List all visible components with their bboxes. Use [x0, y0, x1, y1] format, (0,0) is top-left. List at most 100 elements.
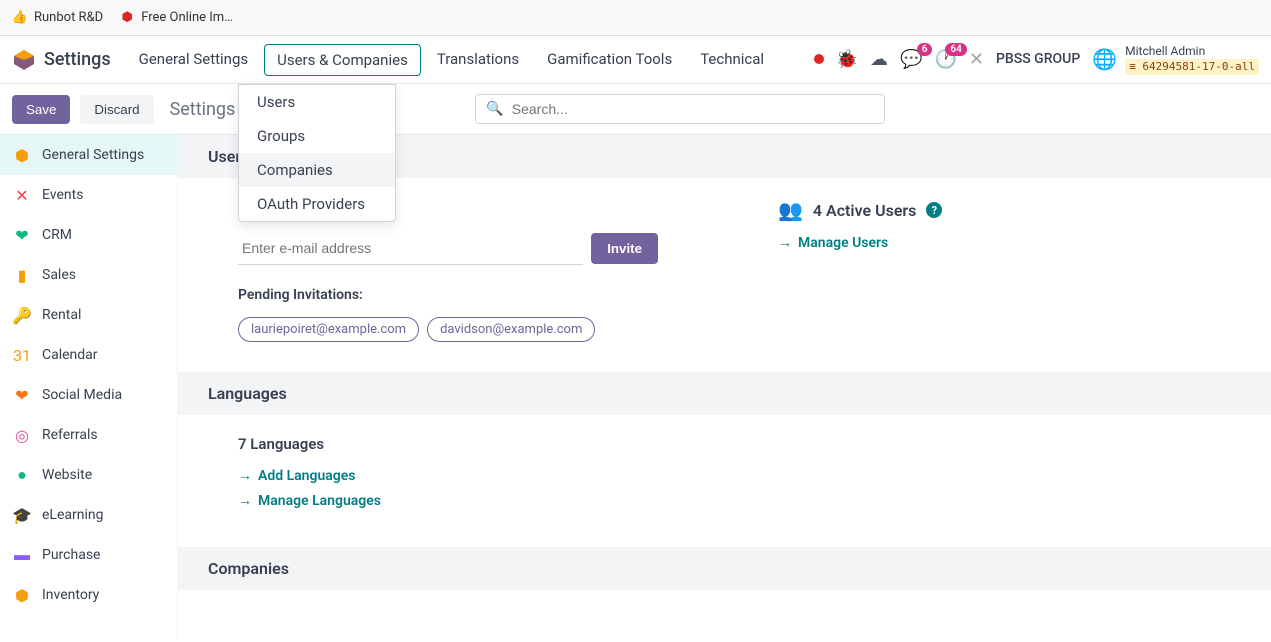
sidebar-item-elearning[interactable]: 🎓 eLearning	[0, 495, 177, 535]
user-menu[interactable]: 🌐 Mitchell Admin ≡ 64294581-17-0-all	[1092, 44, 1259, 76]
active-users-count: 4 Active Users	[813, 201, 917, 220]
dropdown-item-oauth[interactable]: OAuth Providers	[239, 187, 395, 221]
dropdown-item-groups[interactable]: Groups	[239, 119, 395, 153]
settings-sidebar[interactable]: ⬢ General Settings ✕ Events ❤ CRM ▮Sales 🔑 Renta…	[0, 135, 178, 641]
sidebar-item-social-media[interactable]: ❤ Social Media	[0, 375, 177, 415]
sidebar-item-label: General Settings	[42, 147, 144, 163]
sidebar-item-crm[interactable]: ❤ CRM	[0, 215, 177, 255]
sidebar-icon: ❤	[12, 225, 32, 245]
active-users-column: 👥 4 Active Users ? → Manage Users	[778, 198, 1211, 342]
sidebar-item-sales[interactable]: ▮Sales	[0, 255, 177, 295]
chat-icon[interactable]: 💬6	[900, 49, 922, 70]
manage-users-link[interactable]: → Manage Users	[778, 234, 1211, 251]
chat-badge: 6	[917, 43, 933, 56]
sidebar-item-general-settings[interactable]: ⬢ General Settings	[0, 135, 177, 175]
browser-tab-runbot[interactable]: 👍 Runbot R&D	[12, 10, 103, 26]
sidebar-item-label: eLearning	[42, 507, 103, 523]
nav-gamification[interactable]: Gamification Tools	[535, 44, 684, 76]
save-button[interactable]: Save	[12, 95, 70, 124]
invite-row: Invite	[238, 232, 658, 265]
sidebar-icon: ●	[12, 465, 32, 485]
add-languages-label: Add Languages	[258, 468, 356, 484]
nav-users-companies[interactable]: Users & Companies	[264, 44, 421, 76]
dropdown-item-users[interactable]: Users	[239, 85, 395, 119]
user-name: Mitchell Admin	[1125, 44, 1259, 60]
app-title: Settings	[44, 49, 111, 70]
section-header-companies: Companies	[178, 547, 1271, 590]
sidebar-item-purchase[interactable]: ▬ Purchase	[0, 535, 177, 575]
nav-technical[interactable]: Technical	[688, 44, 776, 76]
invite-email-input[interactable]	[238, 232, 583, 265]
record-dot-icon[interactable]	[814, 54, 824, 64]
sidebar-icon: ▬	[12, 545, 32, 565]
tools-icon[interactable]: ✕	[969, 49, 984, 70]
nav-items: General Settings Users & Companies Trans…	[127, 44, 776, 76]
pending-label: Pending Invitations:	[238, 287, 658, 303]
sidebar-item-website[interactable]: ● Website	[0, 455, 177, 495]
bug-icon[interactable]: 🐞	[836, 49, 858, 70]
sidebar-item-calendar[interactable]: 31Calendar	[0, 335, 177, 375]
manage-users-label: Manage Users	[798, 235, 888, 251]
globe-icon: 🌐	[1092, 47, 1117, 71]
manage-languages-label: Manage Languages	[258, 493, 381, 509]
sidebar-item-label: Rental	[42, 307, 81, 323]
section-header-languages: Languages	[178, 372, 1271, 415]
topbar-right: 🐞 ☁ 💬6 🕐64 ✕ PBSS GROUP 🌐 Mitchell Admin…	[814, 44, 1259, 76]
sidebar-item-label: Calendar	[42, 347, 98, 363]
sidebar-item-referrals[interactable]: ◎ Referrals	[0, 415, 177, 455]
manage-languages-link[interactable]: → Manage Languages	[238, 492, 1211, 509]
sidebar-item-inventory[interactable]: ⬢Inventory	[0, 575, 177, 615]
cloud-icon[interactable]: ☁	[870, 49, 888, 70]
search-box[interactable]: 🔍	[475, 94, 885, 124]
discard-button[interactable]: Discard	[80, 95, 153, 124]
sidebar-item-events[interactable]: ✕ Events	[0, 175, 177, 215]
sidebar-icon: ⬢	[12, 145, 32, 165]
sidebar-item-label: Purchase	[42, 547, 100, 563]
dropdown-item-companies[interactable]: Companies	[239, 153, 395, 187]
user-info: Mitchell Admin ≡ 64294581-17-0-all	[1125, 44, 1259, 76]
pending-invite-pill[interactable]: davidson@example.com	[427, 317, 595, 342]
sidebar-item-label: Website	[42, 467, 92, 483]
arrow-right-icon: →	[238, 492, 252, 509]
pending-invite-pill[interactable]: lauriepoiret@example.com	[238, 317, 419, 342]
sidebar-icon: 🔑	[12, 305, 32, 325]
active-users-row: 👥 4 Active Users ?	[778, 198, 1211, 222]
browser-tab-bar: 👍 Runbot R&D ⬢ Free Online Im…	[0, 0, 1271, 36]
invite-button[interactable]: Invite	[591, 233, 658, 264]
action-bar: Save Discard Settings 🔍	[0, 84, 1271, 135]
add-languages-link[interactable]: → Add Languages	[238, 467, 1211, 484]
languages-count: 7 Languages	[238, 435, 1211, 453]
nav-translations[interactable]: Translations	[425, 44, 531, 76]
sidebar-item-label: Sales	[42, 267, 76, 283]
sidebar-item-label: Referrals	[42, 427, 98, 443]
sidebar-icon: ✕	[12, 185, 32, 205]
main-navbar: Settings General Settings Users & Compan…	[0, 36, 1271, 84]
clock-badge: 64	[945, 43, 966, 56]
arrow-right-icon: →	[778, 234, 792, 251]
thumbs-up-icon: 👍	[12, 10, 28, 26]
hex-icon: ⬢	[119, 10, 135, 26]
pending-pills: lauriepoiret@example.com davidson@example…	[238, 317, 658, 342]
company-name[interactable]: PBSS GROUP	[996, 51, 1080, 67]
sidebar-item-label: Inventory	[42, 587, 99, 603]
sidebar-icon: ❤	[12, 385, 32, 405]
sidebar-icon: ◎	[12, 425, 32, 445]
sidebar-item-label: CRM	[42, 227, 72, 243]
sidebar-item-label: Social Media	[42, 387, 122, 403]
sidebar-icon: 🎓	[12, 505, 32, 525]
clock-icon[interactable]: 🕐64	[934, 49, 956, 70]
info-icon[interactable]: ?	[926, 202, 942, 218]
search-icon: 🔍	[486, 101, 503, 117]
sidebar-item-label: Events	[42, 187, 83, 203]
user-db-label: ≡ 64294581-17-0-all	[1125, 59, 1259, 75]
breadcrumb: Settings	[170, 99, 236, 120]
tab-label: Free Online Im…	[141, 10, 233, 25]
users-companies-dropdown: Users Groups Companies OAuth Providers	[238, 84, 396, 222]
sidebar-item-rental[interactable]: 🔑 Rental	[0, 295, 177, 335]
search-input[interactable]	[512, 101, 875, 117]
nav-general-settings[interactable]: General Settings	[127, 44, 261, 76]
browser-tab-image[interactable]: ⬢ Free Online Im…	[119, 10, 233, 26]
tab-label: Runbot R&D	[34, 10, 103, 25]
users-group-icon: 👥	[778, 198, 803, 222]
main-layout: ⬢ General Settings ✕ Events ❤ CRM ▮Sales 🔑 Renta…	[0, 135, 1271, 641]
